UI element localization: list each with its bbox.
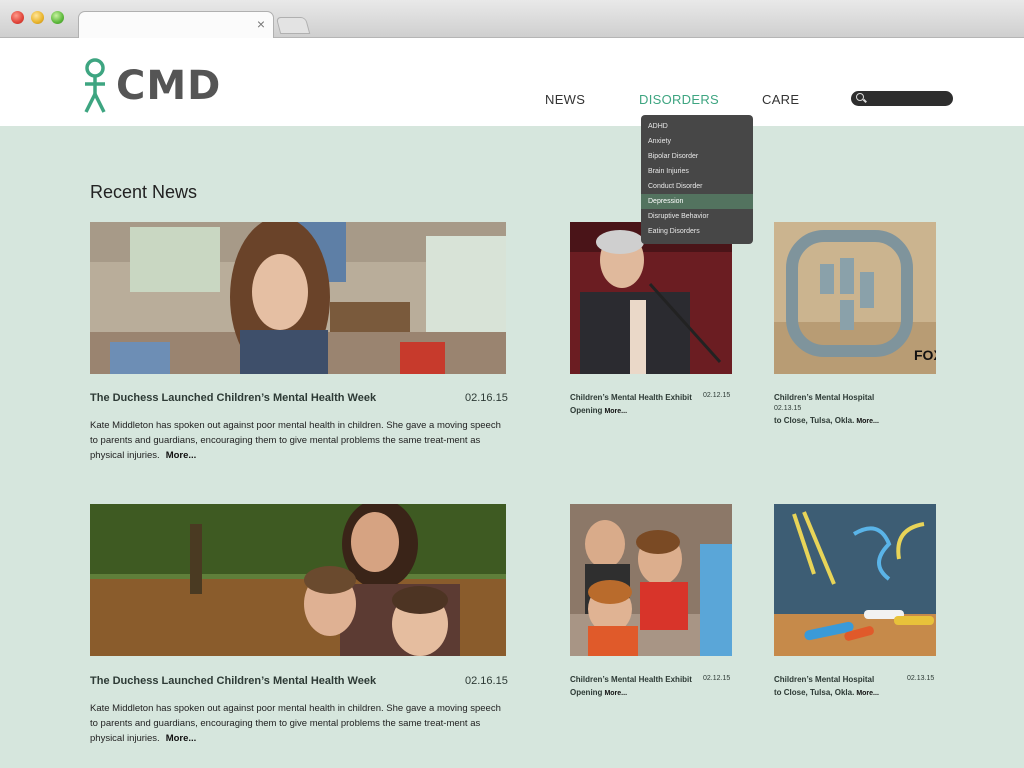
browser-tab[interactable]: × [78,11,274,38]
featured-date-1: 02.16.15 [465,392,508,404]
dropdown-item-conduct-disorder[interactable]: Conduct Disorder [641,179,753,194]
dropdown-item-eating-disorders[interactable]: Eating Disorders [641,224,753,239]
close-icon[interactable]: × [257,16,265,32]
featured-body-text-1: Kate Middleton has spoken out against po… [90,420,501,461]
search-box[interactable] [851,91,953,106]
window-close-light[interactable] [11,11,24,24]
fox-logo: FOX [914,347,936,363]
more-link-news-4[interactable]: More... [604,690,627,697]
news-image-3[interactable]: FOX [774,222,936,374]
news-title-text-2: Children’s Mental Health Exhibit Opening [570,393,692,415]
dropdown-item-anxiety[interactable]: Anxiety [641,134,753,149]
window-minimize-light[interactable] [31,11,44,24]
news-title-line1-5: Children’s Mental Hospital [774,675,875,684]
news-date-3: 02.13.15 [774,405,802,412]
browser-chrome: × [0,0,1024,38]
more-link-featured-1[interactable]: More... [166,450,197,461]
section-title: Recent News [90,182,198,202]
featured-body-text-2: Kate Middleton has spoken out against po… [90,703,501,744]
news-image-5[interactable] [774,504,936,656]
featured-image-2[interactable] [90,504,506,656]
featured-body-2: Kate Middleton has spoken out against po… [90,701,508,746]
disorders-dropdown: ADHD Anxiety Bipolar Disorder Brain Inju… [641,115,753,244]
news-title-3[interactable]: Children’s Mental Hospital 02.13.15 to C… [774,391,924,428]
news-image-4[interactable] [570,504,732,656]
featured-title-2[interactable]: The Duchess Launched Children’s Mental H… [90,675,376,687]
logo-text: CMD [116,63,222,109]
news-date-2: 02.12.15 [703,392,731,399]
more-link-featured-2[interactable]: More... [166,733,197,744]
news-date-4: 02.12.15 [703,675,731,682]
dropdown-item-bipolar-disorder[interactable]: Bipolar Disorder [641,149,753,164]
dropdown-item-brain-injuries[interactable]: Brain Injuries [641,164,753,179]
more-link-news-2[interactable]: More... [604,408,627,415]
news-title-5[interactable]: Children’s Mental Hospital to Close, Tul… [774,673,906,700]
featured-image-1[interactable] [90,222,506,374]
dropdown-item-adhd[interactable]: ADHD [641,119,753,134]
news-title-2[interactable]: Children’s Mental Health Exhibit Opening… [570,391,702,418]
search-input[interactable] [869,91,949,106]
news-title-line2-3: to Close, Tulsa, Okla. [774,416,855,425]
news-title-4[interactable]: Children’s Mental Health Exhibit Opening… [570,673,702,700]
featured-date-2: 02.16.15 [465,675,508,687]
more-link-news-5[interactable]: More... [856,690,879,697]
news-title-text-4: Children’s Mental Health Exhibit Opening [570,675,692,697]
news-title-line2-5: to Close, Tulsa, Okla. [774,688,855,697]
logo-figure-icon [84,58,106,113]
featured-body-1: Kate Middleton has spoken out against po… [90,418,508,463]
nav-news[interactable]: NEWS [545,92,585,107]
nav-care[interactable]: CARE [762,92,799,107]
search-icon[interactable] [856,93,864,101]
new-tab-button[interactable] [275,17,311,34]
more-link-news-3[interactable]: More... [856,418,879,425]
news-image-2[interactable] [570,222,732,374]
site-logo[interactable]: CMD [82,56,221,116]
site-header: CMD NEWS DISORDERS CARE [0,38,1024,126]
window-zoom-light[interactable] [51,11,64,24]
dropdown-item-depression[interactable]: Depression [641,194,753,209]
news-date-5: 02.13.15 [907,675,935,682]
nav-disorders[interactable]: DISORDERS [639,92,719,107]
news-title-line1-3: Children’s Mental Hospital [774,393,875,402]
featured-title-1[interactable]: The Duchess Launched Children’s Mental H… [90,392,376,404]
dropdown-item-disruptive-behavior[interactable]: Disruptive Behavior [641,209,753,224]
